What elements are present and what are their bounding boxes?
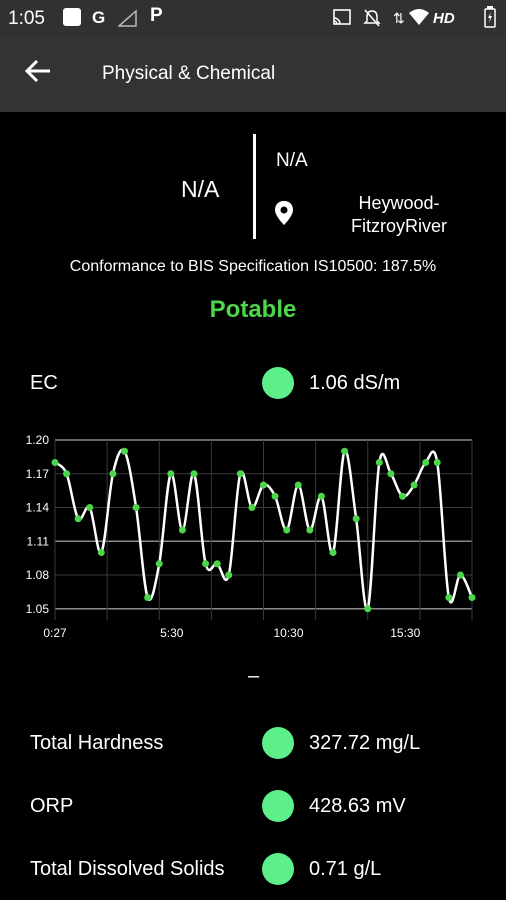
data-point [352, 515, 360, 523]
x-tick-label: 5:30 [160, 626, 184, 640]
conformance-text: Conformance to BIS Specification IS10500… [69, 258, 437, 275]
page-title: Physical & Chemical [102, 63, 276, 84]
signal-icon [117, 9, 138, 32]
wifi-icon [408, 8, 430, 31]
cast-icon [332, 9, 352, 32]
data-point [97, 549, 105, 556]
location-pin-icon [273, 200, 295, 226]
location-name: Heywood- FitzroyRiver [330, 192, 468, 238]
data-point [375, 459, 383, 466]
data-point [422, 459, 430, 466]
data-point [167, 470, 175, 478]
data-point [317, 492, 325, 500]
data-point [410, 481, 418, 489]
divider [253, 134, 256, 239]
data-point [294, 481, 302, 489]
data-point [341, 447, 349, 455]
param-value-orp: 428.63 mV [309, 795, 406, 817]
location-line-1: Heywood- [358, 193, 440, 213]
status-label: Potable [209, 296, 297, 323]
param-value-total-hardness: 327.72 mg/L [309, 732, 421, 754]
data-point [236, 470, 244, 478]
data-point [387, 470, 395, 478]
param-label-orp: ORP [30, 795, 74, 817]
param-value-tds: 0.71 g/L [309, 858, 382, 880]
data-point [225, 571, 233, 579]
data-point [202, 560, 210, 568]
x-tick-label: 10:30 [274, 626, 304, 640]
data-point [248, 504, 256, 511]
data-point [456, 571, 464, 579]
data-point [399, 492, 406, 500]
param-dot-orp [262, 790, 294, 822]
data-point [271, 492, 279, 500]
data-point [364, 605, 372, 613]
param-label-tds: Total Dissolved Solids [30, 858, 225, 880]
ec-value: 1.06 dS/m [309, 372, 401, 394]
google-icon: G [92, 8, 106, 27]
data-point [121, 447, 128, 455]
data-point [51, 459, 59, 466]
y-tick-label: 1.20 [26, 433, 50, 447]
data-point [86, 504, 94, 511]
ec-status-dot [262, 367, 294, 399]
data-point [155, 560, 163, 568]
data-point [74, 515, 82, 523]
ec-label: EC [30, 372, 58, 394]
hd-icon: HD [433, 10, 455, 27]
ec-chart: 1.20 1.17 1.14 1.11 1.08 1.05 0:27 5:30 10:30 15:… [26, 433, 476, 640]
data-point [144, 594, 152, 601]
data-point [190, 470, 198, 478]
y-tick-label: 1.17 [26, 467, 50, 481]
param-dot-total-hardness [262, 727, 294, 759]
data-icon: ⇅ [393, 10, 405, 26]
data-point [132, 504, 140, 511]
data-point [433, 459, 441, 466]
y-tick-label: 1.11 [27, 534, 50, 548]
data-point [445, 594, 453, 601]
battery-icon [484, 6, 496, 33]
data-point [178, 526, 186, 534]
param-label-total-hardness: Total Hardness [30, 732, 164, 754]
data-point [283, 526, 291, 534]
data-point [109, 470, 117, 478]
data-point [306, 526, 314, 534]
back-arrow-icon[interactable] [24, 56, 56, 92]
app-bar: Physical & Chemical [0, 36, 506, 112]
station-value-right: N/A [276, 150, 308, 171]
location-line-2: FitzroyRiver [350, 216, 447, 236]
data-point [329, 549, 337, 556]
station-value-left: N/A [181, 176, 220, 202]
status-bar: 1:05 G P ⇅ HD [0, 0, 506, 36]
y-tick-label: 1.08 [26, 568, 50, 582]
status-time: 1:05 [8, 8, 45, 29]
data-point [213, 560, 221, 568]
mute-icon [362, 8, 382, 33]
data-point [260, 481, 267, 489]
separator: – [248, 665, 260, 687]
square-icon [62, 7, 82, 32]
parking-icon: P [150, 5, 163, 26]
param-dot-tds [262, 853, 294, 885]
data-point [468, 594, 476, 601]
y-tick-label: 1.14 [26, 501, 50, 515]
x-tick-label: 0:27 [43, 626, 67, 640]
x-tick-label: 15:30 [390, 626, 420, 640]
y-tick-label: 1.05 [26, 602, 50, 616]
data-point [63, 470, 71, 478]
